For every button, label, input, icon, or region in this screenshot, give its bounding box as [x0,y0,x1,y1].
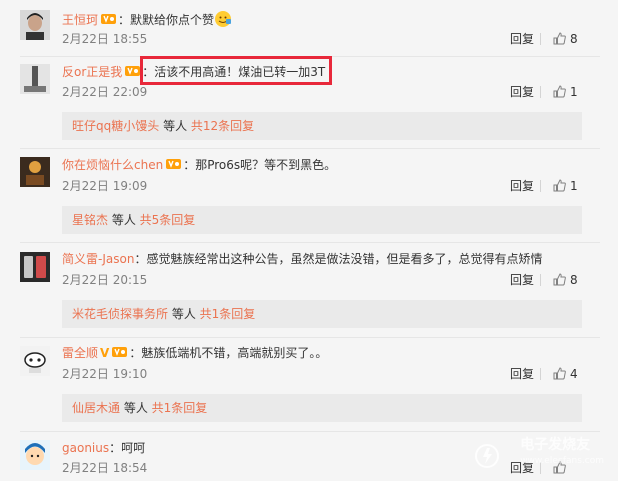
sub-reply-text: 等人 [108,213,140,227]
divider [540,86,541,98]
reply-button[interactable]: 回复 [510,85,534,99]
watermark-logo-icon [475,444,499,468]
like-button[interactable]: 1 [553,85,578,99]
avatar[interactable] [20,252,50,282]
avatar[interactable] [20,440,50,470]
avatar[interactable] [20,346,50,376]
watermark-title: 电子发烧友 [520,437,591,453]
thumbs-up-icon [553,273,566,286]
comment-time: 2月22日 19:09 [62,179,148,193]
username-link[interactable]: gaonius [62,441,109,455]
reply-button[interactable]: 回复 [510,367,534,381]
comment-time: 2月22日 19:10 [62,367,148,381]
thumbs-up-icon [553,367,566,380]
like-count: 1 [570,179,578,193]
comment-line: 你在烦恼什么chen ：那Pro6s呢？等不到黑色。 [62,157,336,173]
comment-text: ：那Pro6s呢？等不到黑色。 [183,158,337,172]
username-link[interactable]: 你在烦恼什么chen [62,158,163,172]
comment-text: ：魅族低端机不错，高端就别买了。。 [129,346,328,360]
sub-reply-user-link[interactable]: 旺仔qq糖小馒头 [72,119,159,133]
sub-reply-summary[interactable]: 旺仔qq糖小馒头 等人 共12条回复 [62,112,582,140]
watermark-url: www.elecfans.com [520,456,604,466]
like-count: 1 [570,85,578,99]
like-count: 8 [570,32,578,46]
separator [20,148,600,149]
avatar[interactable] [20,10,50,40]
sub-reply-count-link[interactable]: 共1条回复 [200,307,256,321]
username-link[interactable]: 雷全顺 [62,346,98,360]
like-button[interactable]: 4 [553,367,578,381]
comment-text: ：活该不用高通！煤油已转一加3T [142,65,326,79]
comment-time: 2月22日 20:15 [62,273,148,287]
like-button[interactable]: 1 [553,179,578,193]
comment-time: 2月22日 18:55 [62,32,148,46]
vip-badge-icon [112,346,128,358]
separator [20,337,600,338]
sub-reply-summary[interactable]: 米花毛侦探事务所 等人 共1条回复 [62,300,582,328]
sub-reply-summary[interactable]: 仙居木通 等人 共1条回复 [62,394,582,422]
divider [540,274,541,286]
like-count: 4 [570,367,578,381]
sub-reply-text: 等人 [168,307,200,321]
like-button[interactable]: 8 [553,32,578,46]
like-count: 8 [570,273,578,287]
sub-reply-count-link[interactable]: 共5条回复 [140,213,196,227]
sub-reply-count-link[interactable]: 共12条回复 [191,119,254,133]
thumbs-up-icon [553,179,566,192]
reply-button[interactable]: 回复 [510,179,534,193]
sub-reply-text: 等人 [120,401,152,415]
sub-reply-text: 等人 [159,119,191,133]
vip-badge-icon [125,65,141,77]
comment-line: 反or正是我 ：活该不用高通！煤油已转一加3T [62,64,325,80]
sub-reply-summary[interactable]: 星铭杰 等人 共5条回复 [62,206,582,234]
like-button[interactable]: 8 [553,273,578,287]
comment-line: gaonius：呵呵 [62,440,145,456]
sub-reply-count-link[interactable]: 共1条回复 [152,401,208,415]
separator [20,56,600,57]
avatar[interactable] [20,64,50,94]
comment-time: 2月22日 22:09 [62,85,148,99]
watermark: 电子发烧友 www.elecfans.com [520,437,604,469]
comment-text: ：呵呵 [109,441,146,455]
comment-text: ：默默给你点个赞 [118,13,215,27]
comment-line: 简义雷-Jason：感觉魅族经常出这种公告，虽然是做法没错，但是看多了，总觉得有… [62,251,542,267]
thumbs-up-emoji-icon [214,10,232,28]
username-link[interactable]: 简义雷-Jason [62,252,134,266]
divider [540,368,541,380]
comment-line: 雷全顺 V ：魅族低端机不错，高端就别买了。。 [62,345,327,361]
vip-badge-icon [166,158,182,170]
divider [540,180,541,192]
reply-button[interactable]: 回复 [510,32,534,46]
sub-reply-user-link[interactable]: 仙居木通 [72,401,120,415]
divider [540,33,541,45]
separator [20,431,600,432]
username-link[interactable]: 反or正是我 [62,65,122,79]
separator [20,242,600,243]
sub-reply-user-link[interactable]: 星铭杰 [72,213,108,227]
comment-line: 王恒珂 ：默默给你点个赞 [62,10,232,28]
thumbs-up-icon [553,32,566,45]
username-link[interactable]: 王恒珂 [62,13,98,27]
verified-v-icon: V [100,346,110,360]
comment-time: 2月22日 18:54 [62,461,148,475]
vip-badge-icon [101,13,117,25]
comment-text: ：感觉魅族经常出这种公告，虽然是做法没错，但是看多了，总觉得有点矫情 [134,252,543,266]
sub-reply-user-link[interactable]: 米花毛侦探事务所 [72,307,168,321]
reply-button[interactable]: 回复 [510,273,534,287]
thumbs-up-icon [553,85,566,98]
avatar[interactable] [20,157,50,187]
